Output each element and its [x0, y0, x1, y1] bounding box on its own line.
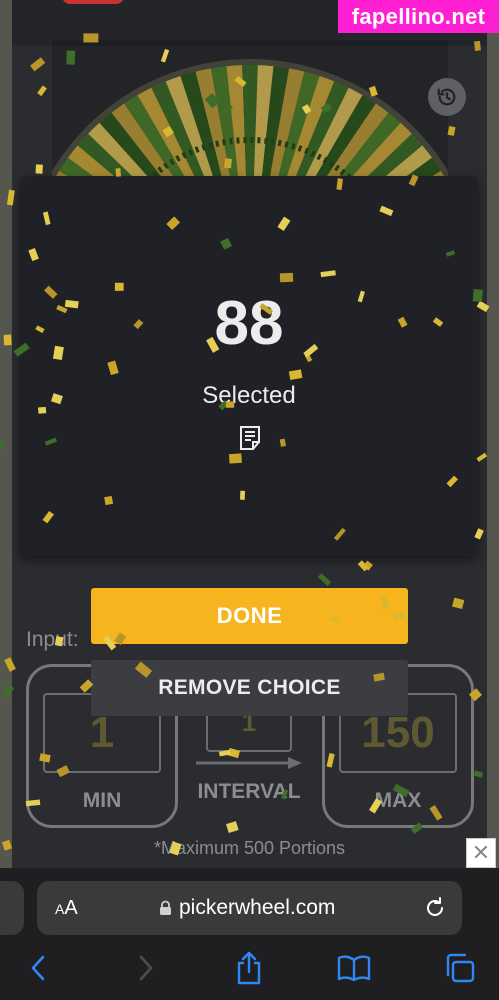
max-portions-note: *Maximum 500 Portions [153, 838, 346, 858]
lock-icon [160, 900, 171, 915]
watermark: fapellino.net [338, 0, 499, 33]
chevron-left-icon [31, 955, 45, 981]
document-icon[interactable] [239, 425, 261, 451]
history-icon [437, 88, 456, 106]
arrow-right-icon [196, 757, 302, 769]
forward-button[interactable] [128, 950, 164, 986]
reload-icon[interactable] [423, 896, 447, 920]
url-text: pickerwheel.com [179, 896, 336, 919]
picker-wheel[interactable] [52, 40, 448, 180]
tabs-icon [446, 953, 475, 983]
right-side-strip [487, 0, 499, 870]
bottom-edge [0, 992, 499, 1000]
bookmarks-button[interactable] [336, 950, 372, 986]
remove-choice-button[interactable]: REMOVE CHOICE [91, 660, 408, 716]
address-bar[interactable]: AA pickerwheel.com [37, 881, 462, 935]
book-icon [337, 955, 371, 982]
min-caption: MIN [82, 789, 122, 812]
top-red-element [62, 0, 124, 4]
history-button[interactable] [428, 78, 466, 116]
max-caption: MAX [374, 789, 422, 812]
tabs-button[interactable] [442, 950, 478, 986]
share-button[interactable] [231, 950, 267, 986]
result-modal: 88 Selected [20, 176, 478, 556]
back-button[interactable] [20, 950, 56, 986]
chevron-right-icon [139, 955, 153, 981]
share-icon [237, 951, 261, 985]
left-side-strip [0, 0, 12, 870]
interval-caption: INTERVAL [197, 780, 301, 803]
previous-tab-preview[interactable] [0, 881, 24, 935]
done-button[interactable]: DONE [91, 588, 408, 644]
close-icon[interactable]: ✕ [466, 838, 496, 868]
result-value: 88 [214, 289, 284, 358]
input-label: Input: [26, 628, 79, 651]
result-label: Selected [202, 382, 296, 409]
text-size-button[interactable]: AA [55, 881, 78, 935]
wheel-graphic [52, 40, 448, 180]
